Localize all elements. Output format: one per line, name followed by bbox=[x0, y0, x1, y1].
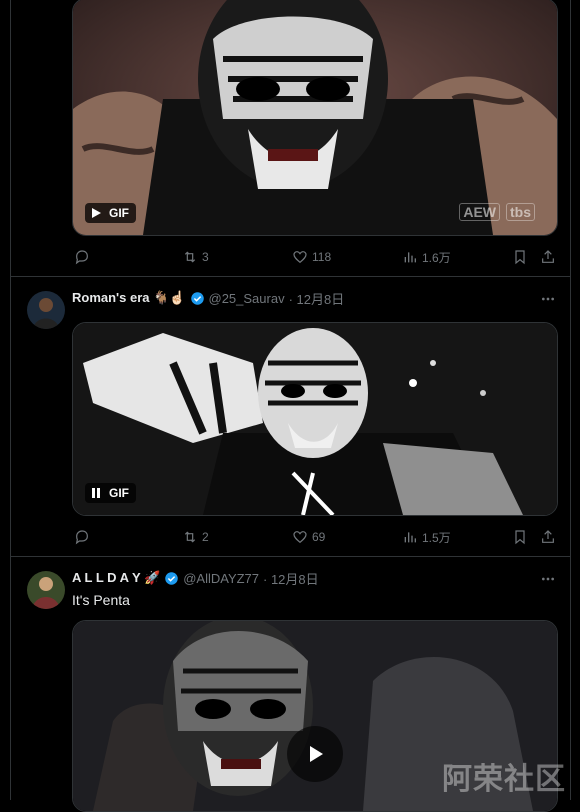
share-icon bbox=[542, 250, 554, 263]
tweet-2-gif[interactable]: GIF bbox=[72, 322, 558, 516]
reply-icon bbox=[75, 250, 88, 265]
views-count: 1.5万 bbox=[422, 530, 451, 545]
tweet-divider bbox=[11, 556, 570, 557]
display-name[interactable]: A L L D A Y 🚀 bbox=[72, 570, 160, 586]
reply-icon bbox=[75, 530, 88, 545]
tweet-1-actions: 3 118 1.6万 bbox=[72, 247, 560, 267]
gif-label: GIF bbox=[109, 486, 129, 500]
views-button[interactable]: 1.5万 bbox=[402, 529, 451, 546]
more-options-icon[interactable] bbox=[540, 571, 556, 587]
bookmark-button[interactable] bbox=[512, 249, 528, 265]
heart-icon bbox=[293, 531, 307, 544]
tweet-date[interactable]: · 12月8日 bbox=[263, 569, 319, 588]
tweet-1-gif[interactable]: GIF AEW tbs bbox=[72, 0, 558, 236]
pause-icon bbox=[92, 488, 100, 498]
tbs-logo: tbs bbox=[506, 203, 535, 221]
like-count: 118 bbox=[312, 250, 332, 264]
retweet-button[interactable]: 2 bbox=[182, 529, 209, 545]
gif-label: GIF bbox=[109, 206, 129, 220]
share-icon bbox=[542, 530, 554, 543]
like-button[interactable]: 118 bbox=[292, 249, 331, 265]
heart-icon bbox=[293, 251, 307, 264]
network-logos: AEW tbs bbox=[459, 203, 535, 221]
verified-badge-icon bbox=[165, 571, 178, 585]
tweet-text: It's Penta bbox=[72, 592, 130, 608]
like-count: 69 bbox=[312, 530, 326, 544]
views-icon bbox=[404, 252, 416, 263]
like-button[interactable]: 69 bbox=[292, 529, 325, 545]
gif-badge[interactable]: GIF bbox=[85, 203, 136, 223]
display-name[interactable]: Roman's era 🐐☝🏻 bbox=[72, 290, 186, 306]
timeline: GIF AEW tbs 3 118 1.6万 Roman's era 🐐☝🏻 @… bbox=[0, 0, 571, 812]
views-icon bbox=[404, 532, 416, 543]
column-border-left bbox=[10, 0, 11, 800]
play-icon bbox=[92, 208, 101, 218]
user-handle[interactable]: @AllDAYZ77 bbox=[183, 571, 259, 586]
views-button[interactable]: 1.6万 bbox=[402, 249, 451, 266]
retweet-count: 2 bbox=[202, 530, 209, 544]
retweet-count: 3 bbox=[202, 250, 209, 264]
site-watermark: 阿荣社区 bbox=[442, 762, 566, 797]
retweet-icon bbox=[184, 531, 196, 543]
user-handle[interactable]: @25_Saurav bbox=[209, 291, 285, 306]
column-border-right bbox=[570, 0, 571, 800]
gif-badge[interactable]: GIF bbox=[85, 483, 136, 503]
tweet-2-actions: 2 69 1.5万 bbox=[72, 527, 560, 547]
bookmark-icon bbox=[515, 250, 525, 265]
share-button[interactable] bbox=[540, 529, 556, 545]
play-icon bbox=[310, 746, 323, 762]
retweet-button[interactable]: 3 bbox=[182, 249, 209, 265]
reply-button[interactable] bbox=[74, 529, 90, 545]
views-count: 1.6万 bbox=[422, 250, 451, 265]
tweet-3-header: A L L D A Y 🚀 @AllDAYZ77 · 12月8日 bbox=[72, 568, 319, 588]
bookmark-button[interactable] bbox=[512, 529, 528, 545]
share-button[interactable] bbox=[540, 249, 556, 265]
video-play-button[interactable] bbox=[287, 726, 343, 782]
tweet-divider bbox=[11, 276, 570, 277]
avatar[interactable] bbox=[27, 571, 65, 609]
aew-logo: AEW bbox=[459, 203, 500, 221]
reply-button[interactable] bbox=[74, 249, 90, 265]
avatar[interactable] bbox=[27, 291, 65, 329]
retweet-icon bbox=[184, 251, 196, 263]
bookmark-icon bbox=[515, 530, 525, 545]
verified-badge-icon bbox=[190, 291, 204, 305]
tweet-2-header: Roman's era 🐐☝🏻 @25_Saurav · 12月8日 bbox=[72, 288, 344, 308]
more-options-icon[interactable] bbox=[540, 291, 556, 307]
tweet-date[interactable]: · 12月8日 bbox=[289, 289, 345, 308]
